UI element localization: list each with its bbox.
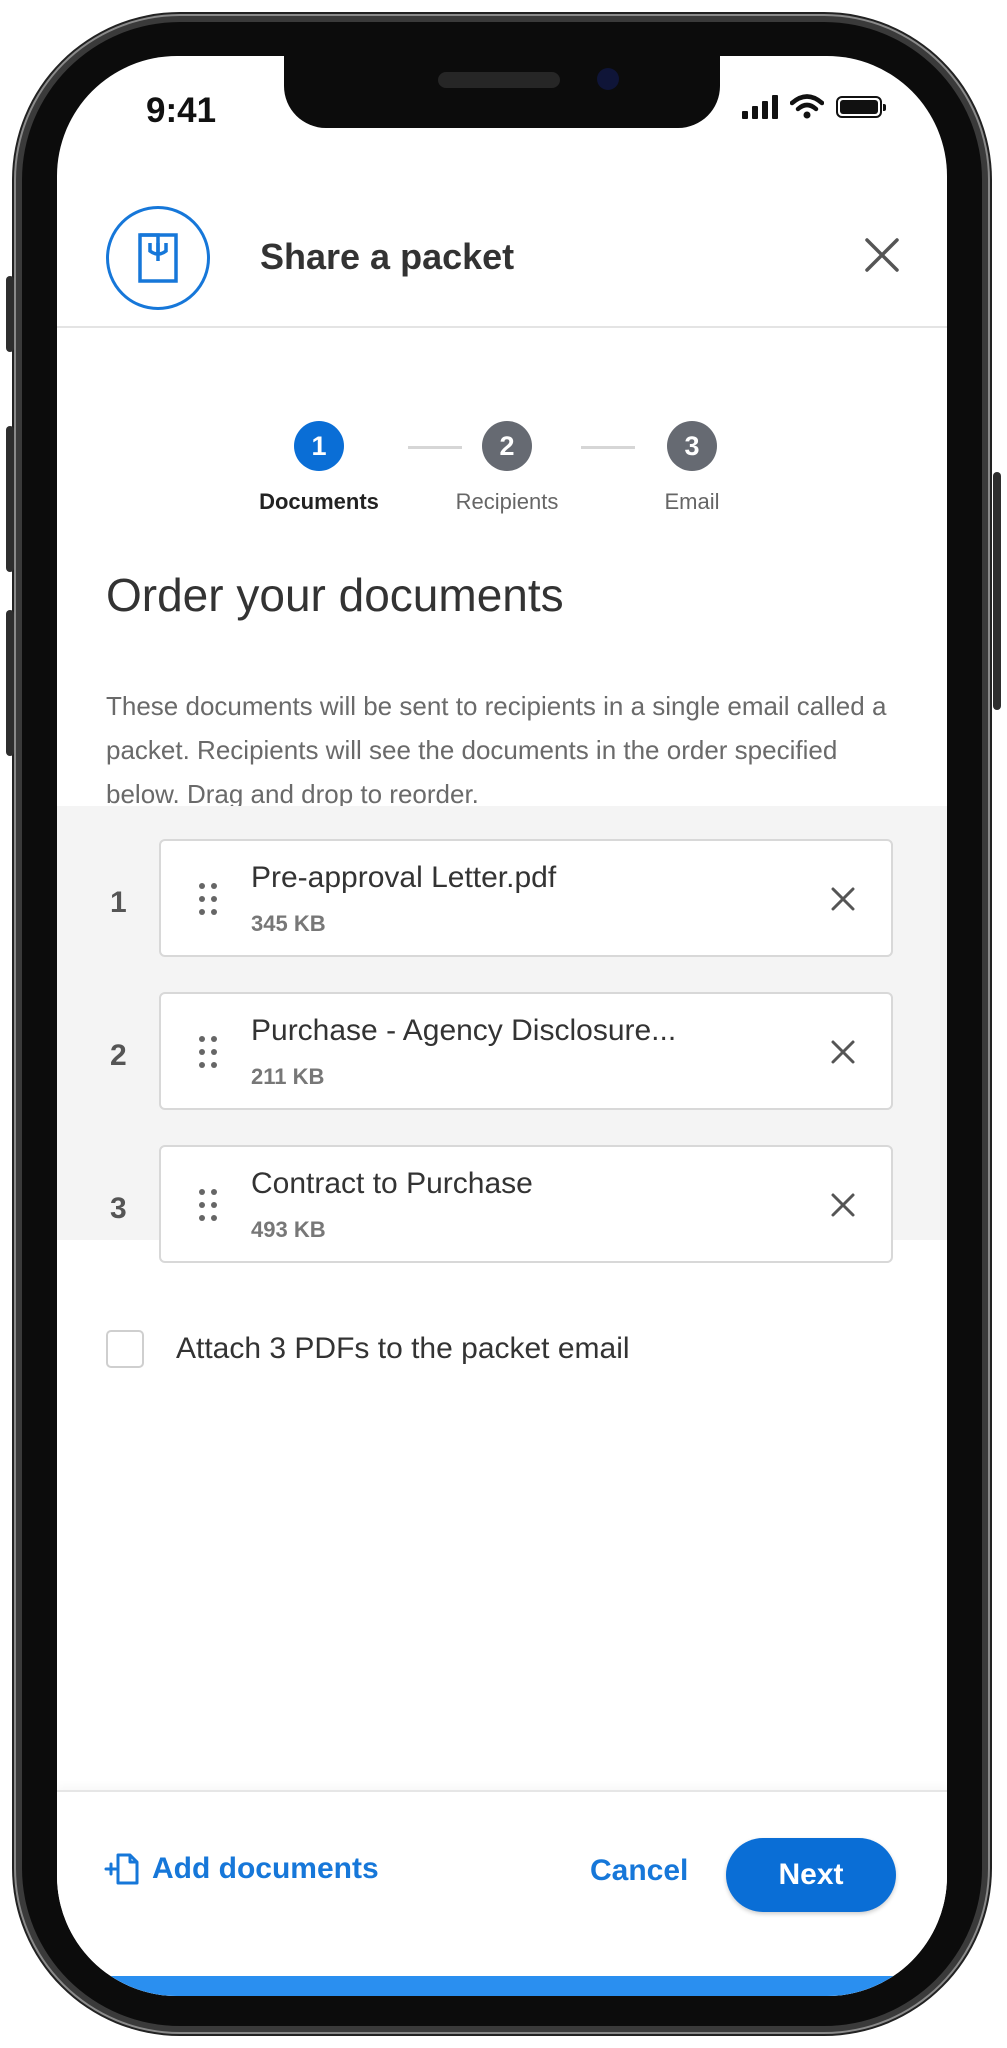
step-2-label: Recipients [455,489,559,514]
step-1-label: Documents [259,489,379,514]
cancel-button[interactable]: Cancel [590,1854,688,1888]
document-size: 211 KB [251,1064,325,1089]
wifi-icon [790,94,824,119]
side-button-power [993,472,1001,710]
step-2-circle: 2 [482,421,532,471]
page-heading: Order your documents [106,569,564,621]
step-3-circle: 3 [667,421,717,471]
remove-document-icon[interactable] [827,1189,859,1221]
packet-icon [106,206,210,310]
document-card[interactable]: Pre-approval Letter.pdf 345 KB [159,839,893,957]
modal-footer: Add documents Cancel Next [57,1790,947,1996]
add-documents-button[interactable]: Add documents [104,1852,379,1886]
drag-handle-icon[interactable] [199,883,219,915]
document-name: Contract to Purchase [251,1167,533,1200]
attach-pdfs-checkbox[interactable] [106,1330,144,1368]
step-connector [408,446,462,449]
modal-header: Share a packet [57,186,947,328]
document-list: 1 Pre-approval Letter.pdf 345 KB 2 Purch… [57,806,947,1263]
document-index: 2 [110,1039,127,1072]
step-connector [581,446,635,449]
document-card[interactable]: Purchase - Agency Disclosure... 211 KB [159,992,893,1110]
status-time: 9:41 [146,91,217,130]
modal-title: Share a packet [260,236,515,277]
front-camera [597,68,619,90]
add-documents-label: Add documents [152,1852,379,1885]
notch [284,56,720,128]
document-name: Pre-approval Letter.pdf [251,861,557,894]
remove-document-icon[interactable] [827,883,859,915]
signal-icon [742,95,778,119]
next-button[interactable]: Next [726,1838,896,1912]
bottom-accent-bar [57,1976,947,1996]
document-card[interactable]: Contract to Purchase 493 KB [159,1145,893,1263]
attach-pdfs-label: Attach 3 PDFs to the packet email [176,1332,630,1365]
step-1-circle: 1 [294,421,344,471]
stepper: 1 Documents 2 Recipients 3 Email [57,421,947,521]
speaker-grille [438,72,560,88]
add-document-icon [104,1853,139,1885]
screen: 9:41 Share a packet 1 Documents 2 Recipi… [57,56,947,1996]
step-3-label: Email [664,489,720,514]
side-button-volume-down [6,610,14,756]
attach-pdfs-option[interactable]: Attach 3 PDFs to the packet email [106,1330,630,1368]
document-index: 1 [110,886,127,919]
document-size: 345 KB [251,911,326,936]
drag-handle-icon[interactable] [199,1036,219,1068]
close-icon[interactable] [857,230,907,280]
battery-icon [836,96,886,118]
status-icons [742,94,886,120]
document-name: Purchase - Agency Disclosure... [251,1014,677,1047]
side-button-volume-up [6,426,14,572]
remove-document-icon[interactable] [827,1036,859,1068]
document-index: 3 [110,1192,127,1225]
side-button-mute [6,276,14,352]
drag-handle-icon[interactable] [199,1189,219,1221]
document-size: 493 KB [251,1217,326,1242]
page-description: These documents will be sent to recipien… [106,691,887,809]
